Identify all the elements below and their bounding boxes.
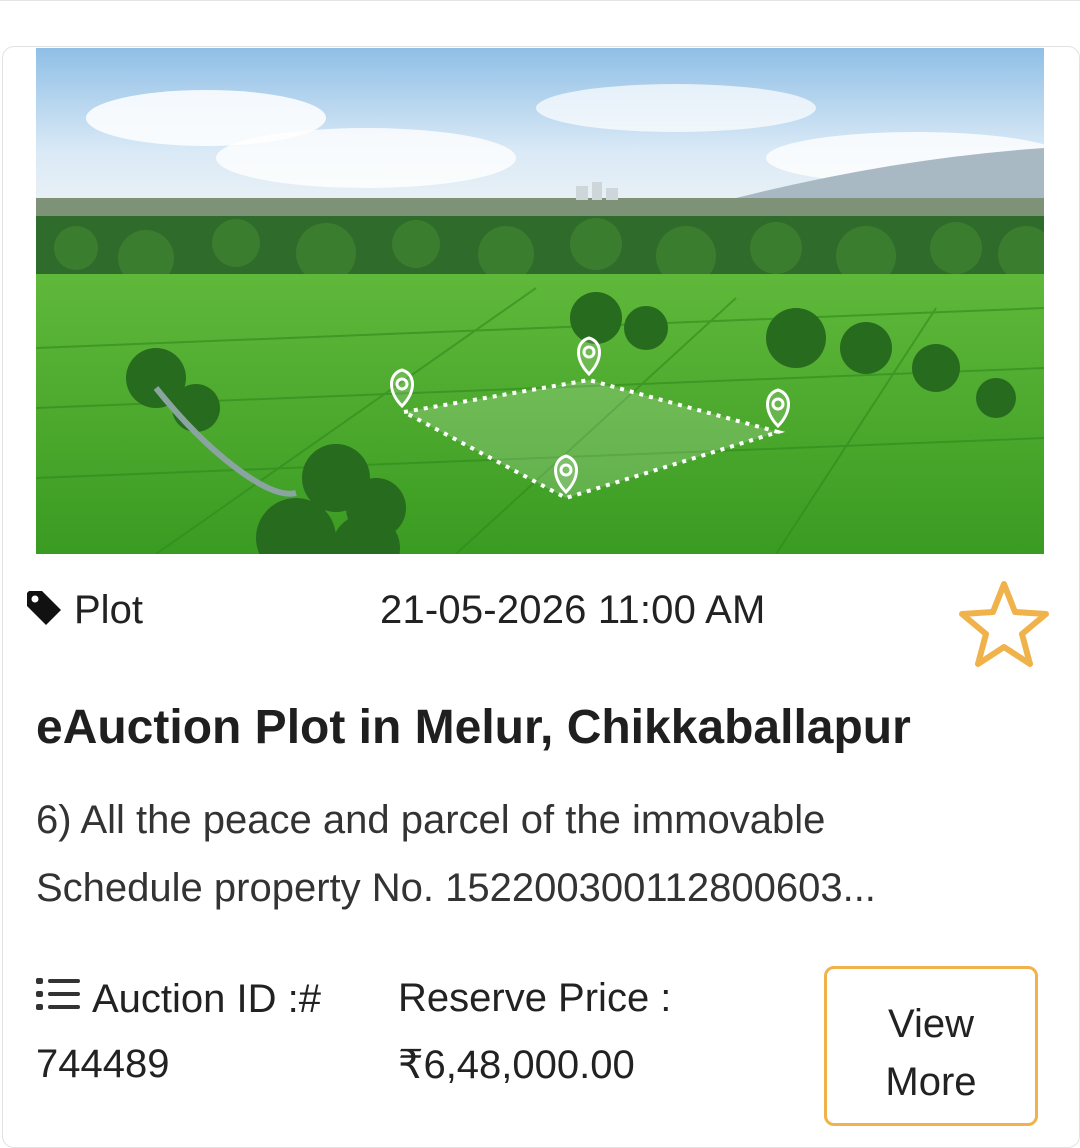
star-outline-icon xyxy=(959,581,1049,667)
listing-description: 6) All the peace and parcel of the immov… xyxy=(36,786,1026,922)
favorite-button[interactable] xyxy=(956,580,1052,670)
tag-icon xyxy=(24,588,64,633)
auction-id-value: 744489 xyxy=(36,1042,170,1086)
top-separator xyxy=(0,0,1080,1)
reserve-price-value: ₹6,48,000.00 xyxy=(398,1043,635,1087)
auction-id-label: Auction ID :# xyxy=(36,976,321,1022)
listing-meta-row: Plot 21-05-2026 11:00 AM xyxy=(24,580,1064,670)
auction-date-time: 21-05-2026 11:00 AM xyxy=(380,588,766,632)
description-line-2: Schedule property No. 152200300112800603… xyxy=(36,866,876,910)
category-tag: Plot xyxy=(24,588,143,633)
listing-image[interactable] xyxy=(36,48,1044,554)
listing-title[interactable]: eAuction Plot in Melur, Chikkaballapur xyxy=(36,700,911,755)
view-more-label-line2: More xyxy=(885,1060,977,1104)
description-line-1: 6) All the peace and parcel of the immov… xyxy=(36,798,826,842)
list-icon xyxy=(36,976,80,1022)
view-more-label-line1: View xyxy=(888,1002,974,1046)
view-more-button[interactable]: View More xyxy=(824,966,1038,1126)
reserve-price-label: Reserve Price : xyxy=(398,976,672,1020)
auction-id-label-text: Auction ID :# xyxy=(92,976,322,1021)
category-label: Plot xyxy=(74,588,143,632)
